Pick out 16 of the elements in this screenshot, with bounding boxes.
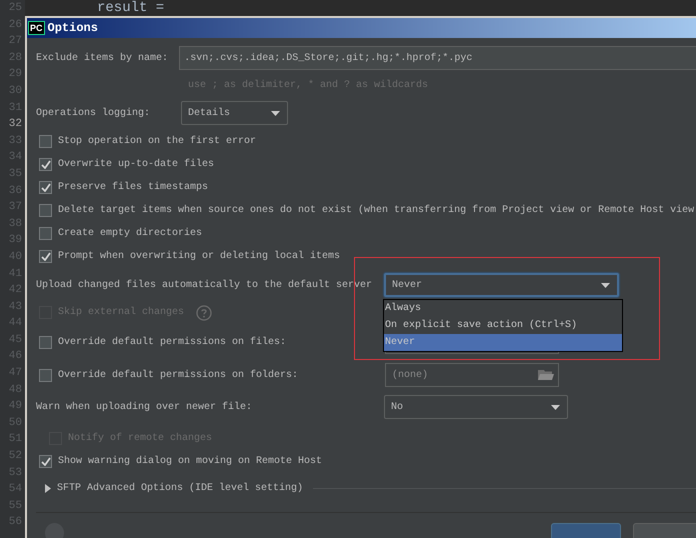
field-label: Warn when uploading over newer file:: [36, 402, 254, 412]
field-label: Operations logging:: [36, 108, 152, 118]
checkbox-label: Override default permissions on files:: [58, 336, 288, 348]
code-line: result =: [97, 0, 164, 16]
field-label: Exclude items by name:: [36, 52, 170, 64]
checkbox-label: Delete target items when source ones do not exist (when transferring from Project view or Remote Host view: [58, 205, 694, 216]
checkbox-label: Overwrite up-to-date files: [58, 159, 214, 170]
checkbox-label: Create empty directories: [58, 228, 202, 239]
app-icon: PC: [28, 21, 45, 35]
checkbox-label: Override default permissions on folders:: [58, 370, 300, 380]
window-title: Options: [48, 21, 98, 35]
checkbox-label: Prompt when overwriting or deleting local items: [58, 251, 340, 262]
checkbox-label: Stop operation on the first error: [58, 136, 256, 147]
checkbox-label: Preserve files timestamps: [58, 182, 208, 193]
line-number: 32: [8, 117, 22, 132]
checkbox-label: Show warning dialog on moving on Remote Host: [58, 456, 322, 467]
